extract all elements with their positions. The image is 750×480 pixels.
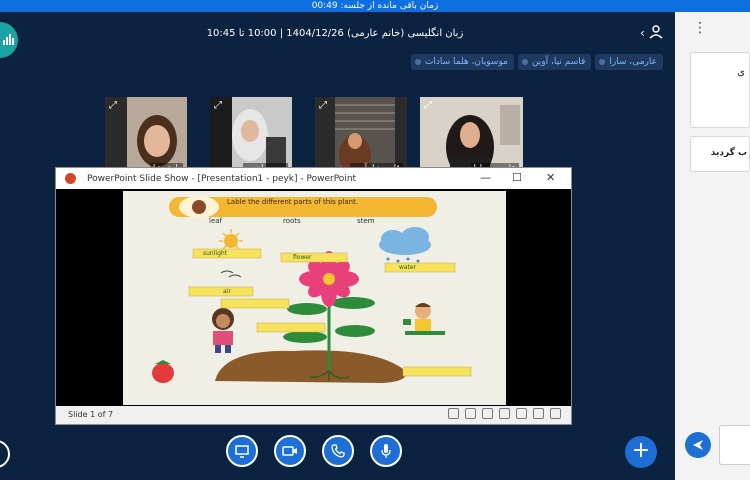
participant-video[interactable]: ⤢ قاسم نیا، آوین <box>315 97 407 175</box>
screen-share-icon <box>235 445 249 458</box>
speaker-name: قاسم نیا، آوین <box>531 57 586 67</box>
side-card-text: ب گردید <box>710 148 747 158</box>
previous-slide-icon[interactable] <box>448 408 459 419</box>
powerpoint-icon <box>65 173 76 184</box>
speaker-pill[interactable]: عارمی، سارا <box>595 54 663 70</box>
label-flower: flower <box>293 254 312 261</box>
slideshow-controls <box>448 408 561 419</box>
speaker-pill[interactable]: موسویان، هلما سادات <box>410 54 514 70</box>
phone-icon <box>331 444 345 458</box>
phone-button[interactable] <box>322 435 354 467</box>
word-bank-roots: roots <box>283 217 301 225</box>
window-title: PowerPoint Slide Show - [Presentation1 -… <box>87 174 357 184</box>
plus-button[interactable]: + <box>625 436 657 468</box>
slide-heading: Lable the different parts of this plant. <box>227 198 359 206</box>
close-button[interactable]: ✕ <box>546 171 555 184</box>
send-icon <box>693 440 703 450</box>
camera-icon <box>282 446 297 456</box>
participant-video[interactable]: ⤢ عارمی، سارا <box>420 97 523 175</box>
expand-icon[interactable]: ⤢ <box>424 100 432 111</box>
word-bank-leaf: leaf <box>209 217 223 225</box>
powerpoint-window[interactable]: PowerPoint Slide Show - [Presentation1 -… <box>55 167 572 425</box>
participant-video[interactable]: ⤢ موسویان، ه <box>210 97 292 175</box>
microphone-icon <box>381 444 391 458</box>
side-card[interactable]: ب گردید <box>690 136 750 172</box>
slide-number: Slide 1 of 7 <box>68 410 114 419</box>
more-options-icon[interactable]: ⋮ <box>693 20 707 36</box>
expand-icon[interactable]: ⤢ <box>109 100 117 111</box>
label-air: air <box>223 288 231 295</box>
chat-input[interactable] <box>719 425 750 465</box>
minimize-button[interactable]: — <box>480 171 491 184</box>
send-button[interactable] <box>685 432 711 458</box>
user-icon[interactable] <box>648 24 664 40</box>
expand-icon[interactable]: ⤢ <box>214 100 222 111</box>
signal-icon[interactable] <box>0 22 18 58</box>
meeting-title: زبان انگلیسی (خانم عارمی) 1404/12/26 | 1… <box>206 28 464 39</box>
active-speakers: عارمی، سارا قاسم نیا، آوین موسویان، هلما… <box>410 54 663 70</box>
meeting-timer-label: زمان باقی مانده از جلسه: 00:49 <box>311 1 439 11</box>
slide-sorter-icon[interactable] <box>516 408 527 419</box>
side-toggle-button[interactable] <box>0 440 10 468</box>
label-sunlight: sunlight <box>203 250 228 257</box>
label-water: water <box>399 264 417 271</box>
normal-view-icon[interactable] <box>499 408 510 419</box>
side-card-text: ی <box>737 67 745 78</box>
restore-button[interactable]: ☐ <box>512 171 522 184</box>
next-slide-icon[interactable] <box>482 408 493 419</box>
participant-video[interactable]: ⤢ یاری، تیا <box>105 97 187 175</box>
chevron-left-icon[interactable]: ‹ <box>640 26 645 40</box>
slideshow-view-icon[interactable] <box>550 408 561 419</box>
slide-view[interactable]: Lable the different parts of this plant.… <box>56 189 571 406</box>
call-controls <box>226 435 402 467</box>
slide-artwork <box>152 196 472 383</box>
camera-button[interactable] <box>274 435 306 467</box>
word-bank-stem: stem <box>357 217 375 225</box>
slide: Lable the different parts of this plant.… <box>123 191 506 405</box>
window-titlebar[interactable]: PowerPoint Slide Show - [Presentation1 -… <box>56 168 571 189</box>
reading-view-icon[interactable] <box>533 408 544 419</box>
expand-icon[interactable]: ⤢ <box>319 100 327 111</box>
side-card[interactable]: ی <box>690 52 750 128</box>
slide-menu-icon[interactable] <box>465 408 476 419</box>
microphone-button[interactable] <box>370 435 402 467</box>
screen-share-button[interactable] <box>226 435 258 467</box>
meeting-timer-bar: زمان باقی مانده از جلسه: 00:49 <box>0 0 750 12</box>
speaker-name: عارمی، سارا <box>609 57 657 67</box>
chat-side-panel: ⋮ ی ب گردید <box>675 12 750 480</box>
speaker-name: موسویان، هلما سادات <box>424 57 508 67</box>
speaker-pill[interactable]: قاسم نیا، آوین <box>517 54 592 70</box>
slideshow-status-bar: Slide 1 of 7 <box>56 406 571 424</box>
plus-icon: + <box>631 438 651 463</box>
